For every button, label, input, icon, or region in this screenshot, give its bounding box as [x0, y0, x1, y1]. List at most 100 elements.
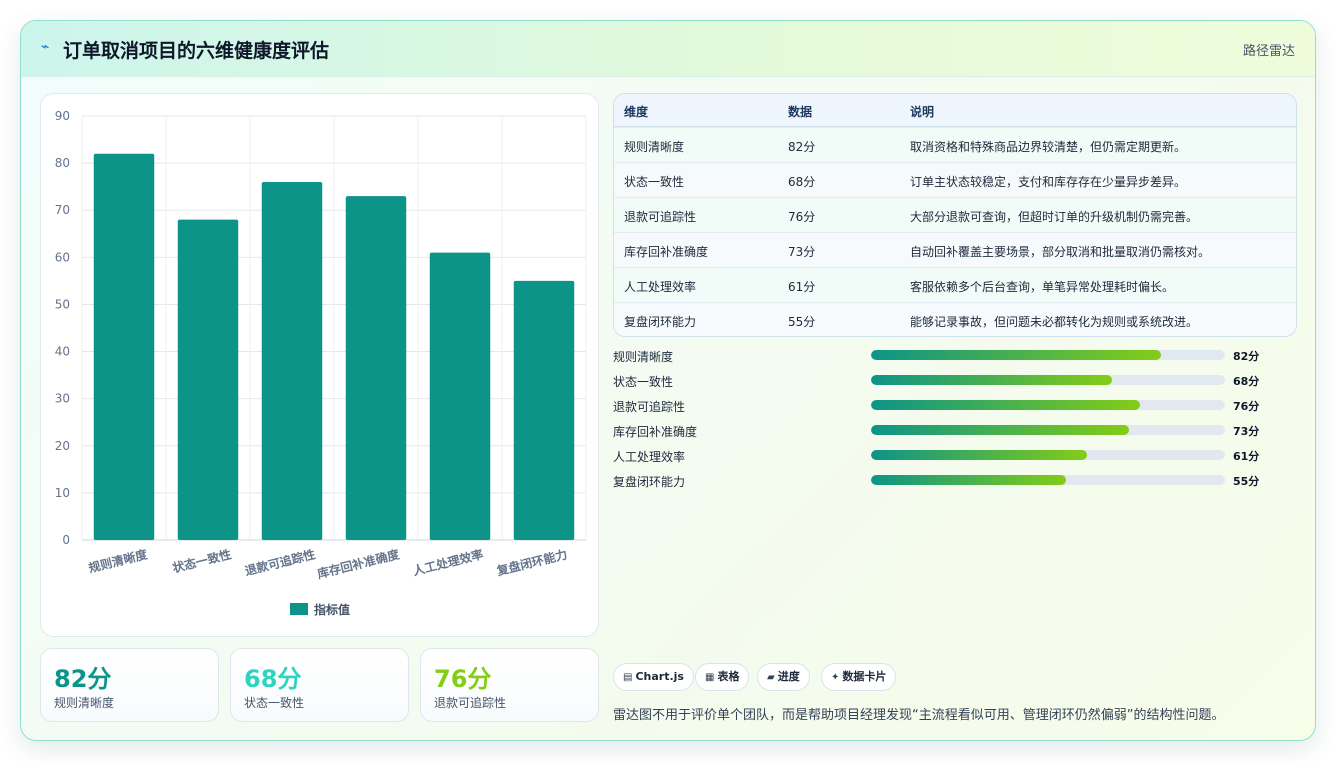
table-cell: 库存回补准确度	[624, 245, 709, 259]
progress-fill	[871, 375, 1112, 385]
table-header-cell: 数据	[788, 105, 813, 119]
legend-label: 指标值	[314, 602, 350, 617]
card-header: ⌁ 订单取消项目的六维健康度评估 路径雷达	[21, 21, 1315, 77]
bar	[345, 196, 407, 540]
progress-label: 状态一致性	[613, 375, 674, 389]
progress-row: 退款可追踪性 76分	[613, 396, 1313, 416]
table-cell: 55分	[788, 315, 816, 329]
table-cell: 76分	[788, 210, 816, 224]
table-row: 状态一致性 68分 订单主状态较稳定，支付和库存存在少量异步差异。	[614, 162, 1296, 197]
table-cell: 自动回补覆盖主要场景，部分取消和批量取消仍需核对。	[910, 245, 1211, 259]
x-tick-label: 库存回补准确度	[316, 546, 402, 581]
stat-card: 68分 状态一致性	[230, 648, 409, 722]
table-header-cell: 维度	[624, 105, 649, 119]
chart-icon: ▤	[623, 672, 633, 683]
y-tick-label: 70	[55, 203, 70, 217]
progress-label: 规则清晰度	[613, 350, 674, 364]
progress-track	[871, 450, 1225, 460]
y-tick-label: 80	[55, 156, 70, 170]
y-tick-label: 90	[55, 109, 70, 123]
table-row: 退款可追踪性 76分 大部分退款可查询，但超时订单的升级机制仍需完善。	[614, 197, 1296, 232]
y-tick-label: 40	[55, 345, 70, 359]
stat-label: 规则清晰度	[54, 696, 115, 710]
table-row: 规则清晰度 82分 取消资格和特殊商品边界较清楚，但仍需定期更新。	[614, 127, 1296, 162]
metrics-table: 维度 数据 说明 规则清晰度 82分 取消资格和特殊商品边界较清楚，但仍需定期更…	[613, 93, 1297, 337]
progress-value: 61分	[1233, 450, 1260, 463]
bar	[93, 153, 155, 540]
dashboard-card: ⌁ 订单取消项目的六维健康度评估 路径雷达 0 10 20 30 40 50 60 70 80 9…	[20, 20, 1316, 741]
table-row: 复盘闭环能力 55分 能够记录事故，但问题未必都转化为规则或系统改进。	[614, 302, 1296, 336]
table-cell: 人工处理效率	[624, 280, 697, 294]
table-cell: 复盘闭环能力	[624, 315, 697, 329]
chip-data-card[interactable]: ✦ 数据卡片	[821, 663, 897, 691]
progress-row: 人工处理效率 61分	[613, 446, 1313, 466]
x-tick-label: 人工处理效率	[411, 546, 485, 578]
stat-card: 76分 退款可追踪性	[420, 648, 599, 722]
progress-value: 68分	[1233, 375, 1260, 388]
bar-chart: 0 10 20 30 40 50 60 70 80 90 规则清晰度 状态一致性 退款可追踪性 库存回补准…	[55, 109, 587, 617]
bar	[177, 219, 239, 540]
progress-row: 状态一致性 68分	[613, 371, 1313, 391]
progress-value: 73分	[1233, 425, 1260, 438]
bar	[513, 280, 575, 540]
y-tick-label: 50	[55, 297, 70, 311]
table-row: 库存回补准确度 73分 自动回补覆盖主要场景，部分取消和批量取消仍需核对。	[614, 232, 1296, 267]
table-header-row: 维度 数据 说明	[614, 94, 1296, 127]
x-tick-label: 复盘闭环能力	[494, 546, 568, 578]
stat-label: 退款可追踪性	[434, 696, 507, 710]
progress-row: 库存回补准确度 73分	[613, 421, 1313, 441]
x-tick-label: 规则清晰度	[87, 546, 150, 575]
table-cell: 客服依赖多个后台查询，单笔异常处理耗时偏长。	[910, 280, 1175, 294]
x-tick-label: 退款可追踪性	[243, 546, 317, 578]
chip-label: 数据卡片	[842, 670, 887, 683]
progress-track	[871, 400, 1225, 410]
progress-row: 复盘闭环能力 55分	[613, 471, 1313, 491]
y-tick-label: 20	[55, 439, 70, 453]
table-cell: 退款可追踪性	[624, 210, 697, 224]
x-tick-label: 状态一致性	[171, 546, 233, 575]
stat-value: 76分	[434, 665, 492, 693]
progress-row: 规则清晰度 82分	[613, 346, 1313, 366]
progress-track	[871, 375, 1225, 385]
bar	[261, 181, 323, 540]
chip-label: 进度	[777, 670, 800, 683]
chip-label: 表格	[717, 670, 740, 683]
header-tag: 路径雷达	[1242, 44, 1295, 59]
progress-fill	[871, 450, 1087, 460]
y-tick-label: 0	[62, 533, 70, 547]
chip-table[interactable]: ▦ 表格	[695, 663, 750, 691]
progress-fill	[871, 425, 1130, 435]
stat-card: 82分 规则清晰度	[40, 648, 219, 722]
progress-label: 人工处理效率	[613, 450, 686, 464]
stat-value: 82分	[54, 665, 112, 693]
table-cell: 61分	[788, 280, 816, 294]
progress-label: 复盘闭环能力	[613, 475, 686, 489]
progress-label: 库存回补准确度	[613, 425, 698, 439]
table-cell: 68分	[788, 175, 816, 189]
progress-icon: ▰	[767, 672, 775, 683]
progress-value: 82分	[1233, 350, 1260, 363]
table-row: 人工处理效率 61分 客服依赖多个后台查询，单笔异常处理耗时偏长。	[614, 267, 1296, 302]
table-cell: 规则清晰度	[624, 140, 685, 154]
card-icon: ✦	[831, 672, 840, 683]
table-cell: 73分	[788, 245, 816, 259]
y-tick-label: 30	[55, 392, 70, 406]
page-title: 订单取消项目的六维健康度评估	[63, 40, 330, 62]
pulse-icon: ⌁	[41, 39, 50, 55]
table-icon: ▦	[705, 672, 715, 683]
progress-track	[871, 475, 1225, 485]
legend-swatch	[290, 603, 308, 615]
stat-value: 68分	[244, 665, 302, 693]
chip-progress[interactable]: ▰ 进度	[757, 663, 810, 691]
progress-value: 76分	[1233, 400, 1260, 413]
progress-label: 退款可追踪性	[613, 400, 686, 414]
progress-fill	[871, 350, 1162, 360]
progress-fill	[871, 400, 1141, 410]
progress-track	[871, 425, 1225, 435]
y-tick-label: 60	[55, 250, 70, 264]
stat-label: 状态一致性	[244, 696, 305, 710]
chip-chartjs[interactable]: ▤ Chart.js	[613, 663, 694, 691]
table-cell: 大部分退款可查询，但超时订单的升级机制仍需完善。	[910, 210, 1199, 224]
bar-chart-panel: 0 10 20 30 40 50 60 70 80 90 规则清晰度 状态一致性 退款可追踪性 库存回补准…	[40, 93, 599, 637]
table-header-cell: 说明	[910, 105, 935, 119]
